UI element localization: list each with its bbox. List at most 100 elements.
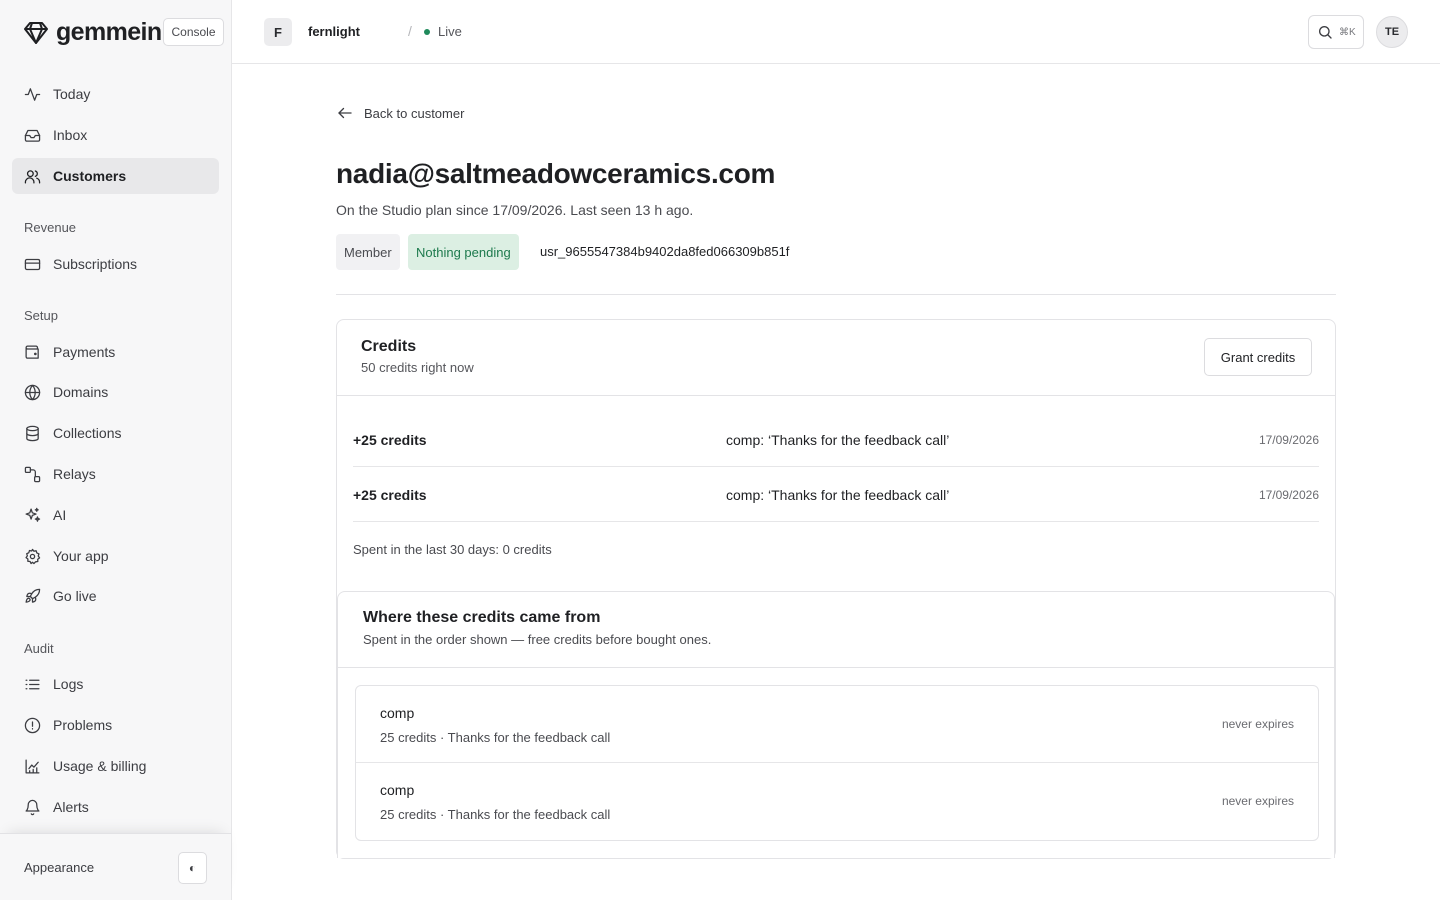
rocket-icon	[25, 588, 41, 603]
org-switcher[interactable]: fernlight	[308, 24, 360, 39]
sidebar-item-label: Today	[53, 86, 91, 102]
back-to-customer-link[interactable]: Back to customer	[336, 104, 464, 122]
sparkles-icon	[25, 507, 41, 522]
source-expiry: never expires	[1221, 794, 1294, 808]
sidebar-item-domains[interactable]: Domains	[12, 374, 219, 410]
divider	[336, 294, 1336, 295]
source-kind: comp	[380, 782, 415, 798]
divider	[338, 667, 1334, 668]
arrow-left-icon	[338, 107, 352, 119]
alert-circle-icon	[24, 717, 41, 733]
list-item: comp 25 credits · Thanks for the feedbac…	[356, 686, 1318, 763]
top-bar: F fernlight / Live ⌘K TE	[232, 0, 1440, 64]
gear-icon	[25, 548, 41, 564]
contrast-icon: ◐	[188, 861, 197, 875]
sidebar-item-label: Inbox	[53, 127, 88, 143]
source-expiry: never expires	[1221, 717, 1294, 731]
credits-card: Credits 50 credits right now Grant credi…	[336, 319, 1336, 859]
sidebar-item-label: AI	[53, 507, 67, 523]
bell-icon	[25, 799, 40, 815]
sidebar-footer: Appearance ◐	[0, 833, 231, 900]
search-button[interactable]: ⌘K	[1308, 15, 1364, 49]
divider	[337, 395, 1335, 396]
source-description: 25 credits · Thanks for the feedback cal…	[380, 807, 611, 822]
sidebar-item-label: Problems	[53, 717, 113, 733]
member-badge: Member	[336, 234, 400, 270]
list-item: comp 25 credits · Thanks for the feedbac…	[356, 763, 1318, 840]
inbox-icon	[24, 129, 41, 142]
page-subtitle: On the Studio plan since 17/09/2026. Las…	[336, 202, 694, 218]
sidebar: gemmein Console Today Inbox Customers Re…	[0, 0, 232, 900]
environment-label: Live	[438, 24, 462, 39]
sidebar-item-go-live[interactable]: Go live	[12, 578, 219, 614]
grant-credits-button[interactable]: Grant credits	[1204, 338, 1312, 376]
sidebar-item-alerts[interactable]: Alerts	[12, 789, 219, 825]
sidebar-item-label: Usage & billing	[53, 758, 147, 774]
sidebar-item-payments[interactable]: Payments	[12, 334, 219, 370]
sidebar-item-ai[interactable]: AI	[12, 497, 219, 533]
sidebar-item-usage-billing[interactable]: Usage & billing	[12, 748, 219, 784]
credits-balance: 50 credits right now	[361, 360, 474, 375]
sidebar-item-problems[interactable]: Problems	[12, 707, 219, 743]
sidebar-item-today[interactable]: Today	[12, 76, 219, 112]
globe-icon	[24, 384, 41, 400]
sidebar-item-label: Payments	[53, 344, 116, 360]
chart-icon	[25, 758, 40, 774]
route-icon	[24, 466, 41, 482]
live-status-dot	[424, 28, 430, 35]
credit-card-icon	[24, 258, 41, 270]
credits-title: Credits	[361, 338, 417, 355]
sidebar-item-your-app[interactable]: Your app	[12, 538, 219, 574]
brand[interactable]: gemmein	[24, 18, 162, 47]
ledger-amount: +25 credits	[353, 432, 427, 448]
appearance-toggle-button[interactable]: ◐	[178, 852, 207, 884]
environment-switcher[interactable]: Live	[424, 24, 462, 39]
sidebar-item-label: Relays	[53, 466, 96, 482]
sources-title: Where these credits came from	[363, 609, 601, 626]
sidebar-item-inbox[interactable]: Inbox	[12, 117, 219, 153]
sidebar-item-subscriptions[interactable]: Subscriptions	[12, 246, 219, 282]
back-link-label: Back to customer	[364, 105, 465, 121]
sources-subtitle: Spent in the order shown — free credits …	[363, 632, 712, 647]
sidebar-item-label: Subscriptions	[53, 256, 138, 272]
user-avatar[interactable]: TE	[1376, 16, 1408, 48]
sources-list: comp 25 credits · Thanks for the feedbac…	[355, 685, 1319, 841]
sidebar-item-label: Your app	[53, 548, 109, 564]
console-button[interactable]: Console	[163, 18, 224, 46]
sidebar-item-label: Alerts	[53, 799, 89, 815]
sidebar-item-label: Collections	[53, 425, 122, 441]
status-badge: Nothing pending	[408, 234, 519, 270]
ledger-note: comp: ‘Thanks for the feedback call’	[726, 487, 950, 503]
users-icon	[24, 169, 41, 184]
activity-icon	[24, 87, 41, 101]
ledger-amount: +25 credits	[353, 487, 427, 503]
search-shortcut: ⌘K	[1339, 26, 1356, 38]
page-title: nadia@saltmeadowceramics.com	[336, 158, 776, 189]
ledger-row: +25 credits comp: ‘Thanks for the feedba…	[353, 412, 1319, 467]
ledger-date: 17/09/2026	[1258, 488, 1319, 502]
sidebar-item-logs[interactable]: Logs	[12, 666, 219, 702]
gem-logo-icon	[24, 21, 48, 44]
section-label-revenue: Revenue	[24, 220, 77, 235]
section-label-audit: Audit	[24, 641, 54, 656]
ledger-note: comp: ‘Thanks for the feedback call’	[726, 432, 950, 448]
org-avatar[interactable]: F	[264, 18, 292, 46]
sidebar-item-relays[interactable]: Relays	[12, 456, 219, 492]
user-id[interactable]: usr_9655547384b9402da8fed066309b851f	[540, 244, 789, 259]
sidebar-item-label: Customers	[53, 168, 127, 184]
sidebar-item-collections[interactable]: Collections	[12, 415, 219, 451]
sidebar-item-label: Logs	[53, 676, 84, 692]
spent-summary: Spent in the last 30 days: 0 credits	[353, 542, 552, 557]
brand-name: gemmein	[56, 18, 162, 46]
list-icon	[25, 679, 40, 689]
source-kind: comp	[380, 705, 415, 721]
source-description: 25 credits · Thanks for the feedback cal…	[380, 730, 611, 745]
sidebar-item-customers[interactable]: Customers	[12, 158, 219, 194]
wallet-icon	[25, 344, 39, 359]
appearance-label: Appearance	[24, 860, 95, 875]
search-icon	[1319, 26, 1332, 39]
sidebar-item-label: Domains	[53, 384, 109, 400]
ledger-row: +25 credits comp: ‘Thanks for the feedba…	[353, 467, 1319, 522]
database-icon	[26, 425, 39, 441]
section-label-setup: Setup	[24, 308, 58, 323]
